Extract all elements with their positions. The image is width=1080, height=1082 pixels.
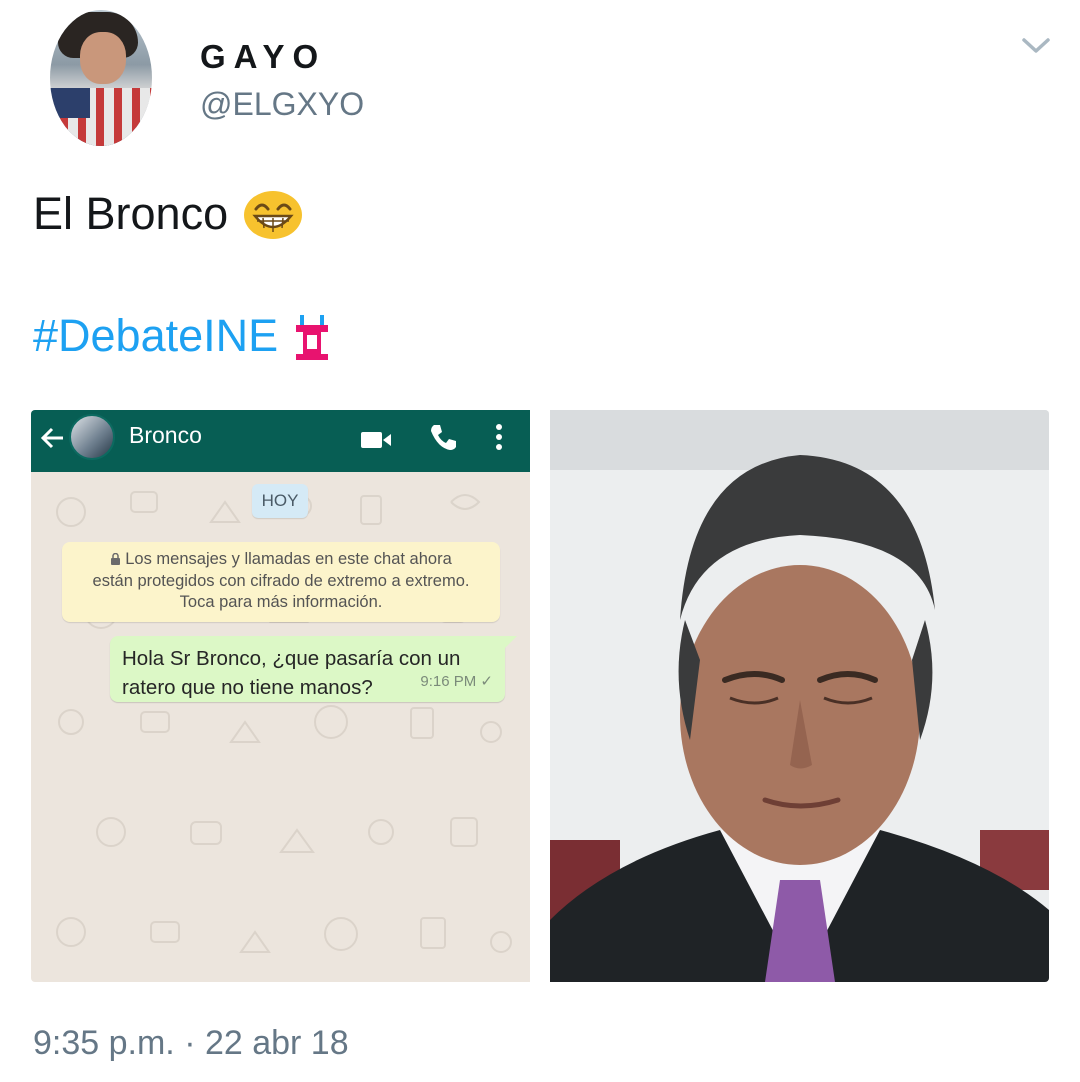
politician-photo-image[interactable] (550, 410, 1049, 982)
encryption-notice[interactable]: Los mensajes y llamadas en este chat aho… (62, 542, 500, 622)
back-arrow-icon[interactable] (39, 424, 67, 452)
bubble-tail (505, 636, 517, 648)
video-call-icon[interactable] (359, 426, 393, 454)
media-grid: Bronco HOY Los mensajes y llamadas en es… (31, 410, 1049, 982)
chevron-down-icon[interactable] (1018, 30, 1054, 60)
outgoing-message-bubble[interactable]: Hola Sr Bronco, ¿que pasaría con un rate… (110, 636, 505, 702)
lock-icon (111, 553, 121, 565)
whatsapp-screenshot-image[interactable]: Bronco HOY Los mensajes y llamadas en es… (31, 410, 530, 982)
hashtag-line: #DebateINE (33, 310, 332, 362)
date-chip: HOY (252, 484, 308, 518)
whatsapp-chat-header: Bronco (31, 410, 530, 472)
contact-avatar[interactable] (69, 414, 115, 460)
encryption-notice-line2: están protegidos con cifrado de extremo … (92, 571, 470, 590)
podium-emoji-icon (296, 315, 329, 360)
message-time: 9:16 PM ✓ (420, 673, 493, 690)
politician-photo (550, 410, 1049, 982)
user-handle[interactable]: @ELGXYO (200, 86, 364, 123)
tweet-timestamp[interactable]: 9:35 p.m. · 22 abr 18 (33, 1024, 349, 1063)
display-name[interactable]: GAYO (200, 38, 326, 76)
phone-call-icon[interactable] (427, 422, 457, 452)
user-avatar[interactable] (50, 10, 152, 146)
encryption-notice-line1: Los mensajes y llamadas en este chat aho… (62, 549, 500, 571)
encryption-notice-line3: Toca para más información. (179, 593, 383, 611)
tweet-text-content: El Bronco (33, 188, 229, 239)
contact-name[interactable]: Bronco (129, 422, 202, 449)
laughing-face-emoji-icon (244, 191, 303, 239)
tweet-card: GAYO @ELGXYO El Bronco #DebateINE Bronco… (0, 0, 1080, 1082)
hashtag-link[interactable]: #DebateINE (33, 310, 278, 362)
more-options-icon[interactable] (493, 422, 505, 452)
tweet-text: El Bronco (33, 188, 304, 240)
